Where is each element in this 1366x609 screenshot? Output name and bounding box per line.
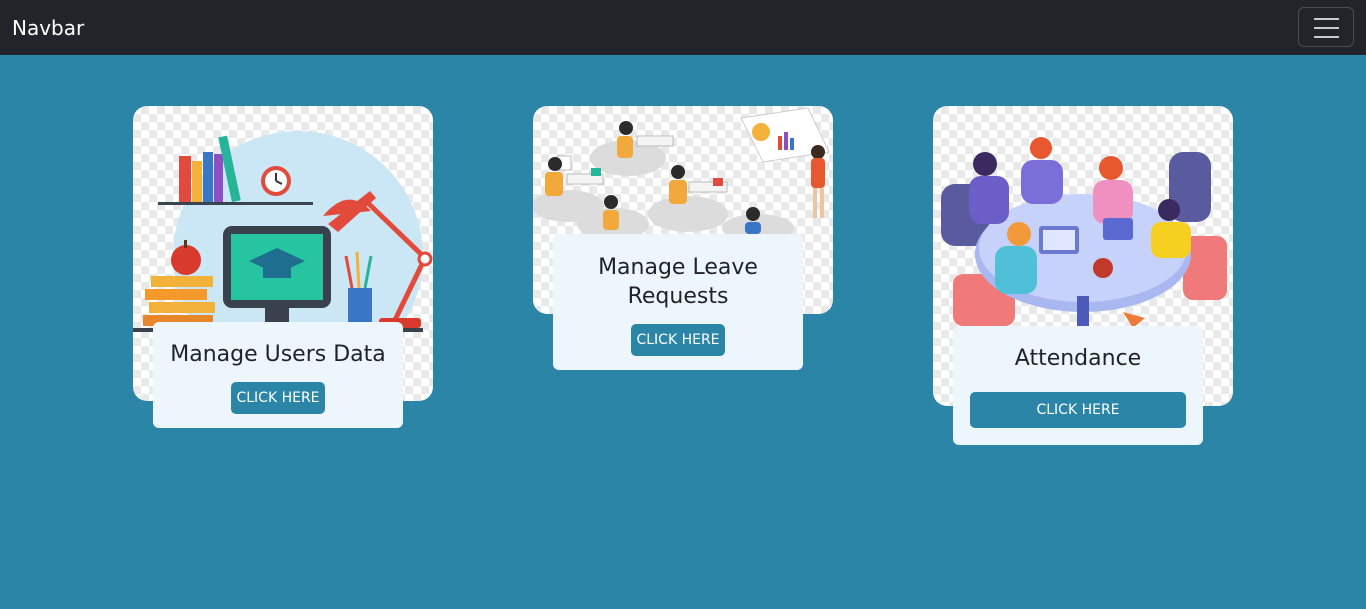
leave-card-panel: Manage Leave Requests CLICK HERE	[553, 234, 803, 370]
attendance-click-button[interactable]: CLICK HERE	[970, 392, 1186, 428]
navbar-toggler-button[interactable]	[1298, 7, 1354, 47]
manage-users-click-button[interactable]: CLICK HERE	[231, 382, 325, 414]
card-title-manage-leave-line2: Requests	[627, 284, 729, 309]
navbar: Navbar	[0, 0, 1366, 55]
users-card-panel: Manage Users Data CLICK HERE	[153, 322, 403, 428]
card-title-manage-users: Manage Users Data	[170, 342, 386, 367]
card-title-manage-leave-line1: Manage Leave	[598, 255, 758, 280]
attendance-card-panel: Attendance CLICK HERE	[953, 326, 1203, 445]
card-title-attendance: Attendance	[1014, 346, 1142, 371]
navbar-brand[interactable]: Navbar	[12, 15, 84, 41]
manage-leave-click-button[interactable]: CLICK HERE	[631, 324, 725, 356]
